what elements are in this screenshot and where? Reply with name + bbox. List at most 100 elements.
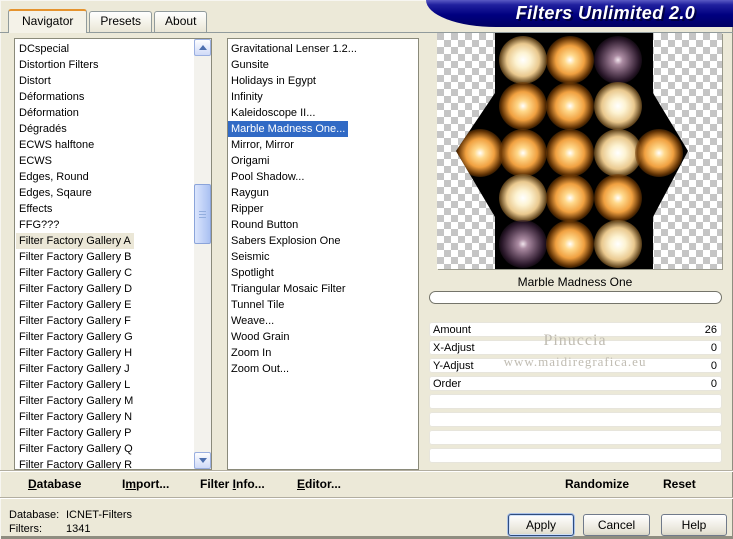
- parameter-label: Y-Adjust: [433, 359, 474, 372]
- parameter-value: 0: [710, 341, 717, 354]
- category-items: DCspecial Distortion Filters Distort Déform…: [16, 41, 193, 469]
- preview-orb: [499, 129, 547, 177]
- parameter-row[interactable]: Y-Adjust 0: [429, 358, 722, 373]
- category-item[interactable]: Filter Factory Gallery A: [16, 233, 134, 249]
- preview-orb: [594, 174, 642, 222]
- category-item[interactable]: Effects: [16, 201, 193, 217]
- filters-unlimited-window: Filters Unlimited 2.0 Navigator Presets Ab…: [0, 0, 733, 539]
- category-item[interactable]: Distort: [16, 73, 193, 89]
- preview-orb: [456, 129, 504, 177]
- randomize-button[interactable]: Randomize: [565, 477, 629, 491]
- parameter-row-empty: [429, 394, 722, 409]
- filter-item[interactable]: Sabers Explosion One: [228, 233, 418, 249]
- database-button[interactable]: Database: [28, 477, 81, 491]
- tab-navigator[interactable]: Navigator: [8, 9, 88, 33]
- status-filter-count-label: Filters:: [9, 523, 42, 535]
- category-item[interactable]: Distortion Filters: [16, 57, 193, 73]
- parameter-label: X-Adjust: [433, 341, 475, 354]
- filter-item[interactable]: Gravitational Lenser 1.2...: [228, 41, 418, 57]
- preview-orb: [546, 220, 594, 268]
- arrow-down-icon: [198, 458, 207, 467]
- filter-item[interactable]: Zoom In: [228, 345, 418, 361]
- filter-item[interactable]: Ripper: [228, 201, 418, 217]
- category-item[interactable]: Filter Factory Gallery Q: [16, 441, 193, 457]
- category-item[interactable]: Edges, Sqaure: [16, 185, 193, 201]
- category-item[interactable]: Filter Factory Gallery J: [16, 361, 193, 377]
- category-item[interactable]: FFG???: [16, 217, 193, 233]
- preview-orb: [499, 220, 547, 268]
- scroll-up-button[interactable]: [194, 39, 211, 56]
- filter-preview[interactable]: [437, 33, 722, 269]
- preview-image: [456, 33, 688, 269]
- category-item[interactable]: Filter Factory Gallery D: [16, 281, 193, 297]
- tab-presets[interactable]: Presets: [89, 11, 153, 32]
- filter-item[interactable]: Wood Grain: [228, 329, 418, 345]
- filter-item[interactable]: Spotlight: [228, 265, 418, 281]
- parameter-row-empty: [429, 448, 722, 463]
- category-item[interactable]: Dégradés: [16, 121, 193, 137]
- filter-item[interactable]: Triangular Mosaic Filter: [228, 281, 418, 297]
- category-item[interactable]: Filter Factory Gallery M: [16, 393, 193, 409]
- parameter-value: 26: [704, 323, 717, 336]
- parameter-row-empty: [429, 412, 722, 427]
- category-list: DCspecial Distortion Filters Distort Déform…: [14, 38, 212, 470]
- category-item[interactable]: Filter Factory Gallery L: [16, 377, 193, 393]
- separator-bottom: [0, 497, 733, 499]
- category-item[interactable]: Edges, Round: [16, 169, 193, 185]
- filter-item[interactable]: Gunsite: [228, 57, 418, 73]
- help-button[interactable]: Help: [661, 514, 727, 536]
- category-item[interactable]: Filter Factory Gallery H: [16, 345, 193, 361]
- arrow-up-icon: [198, 41, 207, 50]
- category-item[interactable]: Déformation: [16, 105, 193, 121]
- preview-orb: [594, 82, 642, 130]
- filter-item[interactable]: Kaleidoscope II...: [228, 105, 418, 121]
- category-item[interactable]: ECWS halftone: [16, 137, 193, 153]
- category-item[interactable]: DCspecial: [16, 41, 193, 57]
- filter-item[interactable]: Pool Shadow...: [228, 169, 418, 185]
- scroll-down-button[interactable]: [194, 452, 211, 469]
- parameter-row[interactable]: Amount 26: [429, 322, 722, 337]
- parameter-row-empty: [429, 430, 722, 445]
- import-button[interactable]: Import...: [122, 477, 169, 491]
- category-item[interactable]: Filter Factory Gallery G: [16, 329, 193, 345]
- filter-item[interactable]: Mirror, Mirror: [228, 137, 418, 153]
- progress-bar: [429, 291, 722, 304]
- filter-item[interactable]: Raygun: [228, 185, 418, 201]
- cancel-button[interactable]: Cancel: [583, 514, 650, 536]
- parameter-row[interactable]: X-Adjust 0: [429, 340, 722, 355]
- scrollbar-thumb[interactable]: [194, 184, 211, 244]
- category-item[interactable]: Filter Factory Gallery R: [16, 457, 193, 469]
- filter-item[interactable]: Zoom Out...: [228, 361, 418, 377]
- category-item[interactable]: Filter Factory Gallery C: [16, 265, 193, 281]
- preview-orb: [499, 36, 547, 84]
- reset-button[interactable]: Reset: [663, 477, 696, 491]
- editor-button[interactable]: Editor...: [297, 477, 341, 491]
- parameter-value: 0: [710, 377, 717, 390]
- filter-item[interactable]: Origami: [228, 153, 418, 169]
- filter-item[interactable]: Seismic: [228, 249, 418, 265]
- category-item[interactable]: Filter Factory Gallery N: [16, 409, 193, 425]
- filter-item[interactable]: Infinity: [228, 89, 418, 105]
- tab-about[interactable]: About: [154, 11, 208, 32]
- filter-item[interactable]: Marble Madness One...: [228, 121, 349, 137]
- category-item[interactable]: Déformations: [16, 89, 193, 105]
- preview-orb: [594, 36, 642, 84]
- preview-orb: [546, 129, 594, 177]
- scrollbar-track[interactable]: [194, 56, 211, 452]
- filter-item[interactable]: Round Button: [228, 217, 418, 233]
- filter-info-button[interactable]: Filter Info...: [200, 477, 265, 491]
- filter-item[interactable]: Holidays in Egypt: [228, 73, 418, 89]
- status-filter-count-value: 1341: [66, 523, 91, 535]
- parameter-value: 0: [710, 359, 717, 372]
- category-item[interactable]: ECWS: [16, 153, 193, 169]
- filter-item[interactable]: Weave...: [228, 313, 418, 329]
- category-item[interactable]: Filter Factory Gallery F: [16, 313, 193, 329]
- category-item[interactable]: Filter Factory Gallery E: [16, 297, 193, 313]
- category-item[interactable]: Filter Factory Gallery P: [16, 425, 193, 441]
- category-item[interactable]: Filter Factory Gallery B: [16, 249, 193, 265]
- status-database-value: ICNET-Filters: [66, 509, 132, 521]
- apply-button[interactable]: Apply: [508, 514, 574, 536]
- category-scrollbar[interactable]: [194, 39, 211, 469]
- parameter-row[interactable]: Order 0: [429, 376, 722, 391]
- filter-item[interactable]: Tunnel Tile: [228, 297, 418, 313]
